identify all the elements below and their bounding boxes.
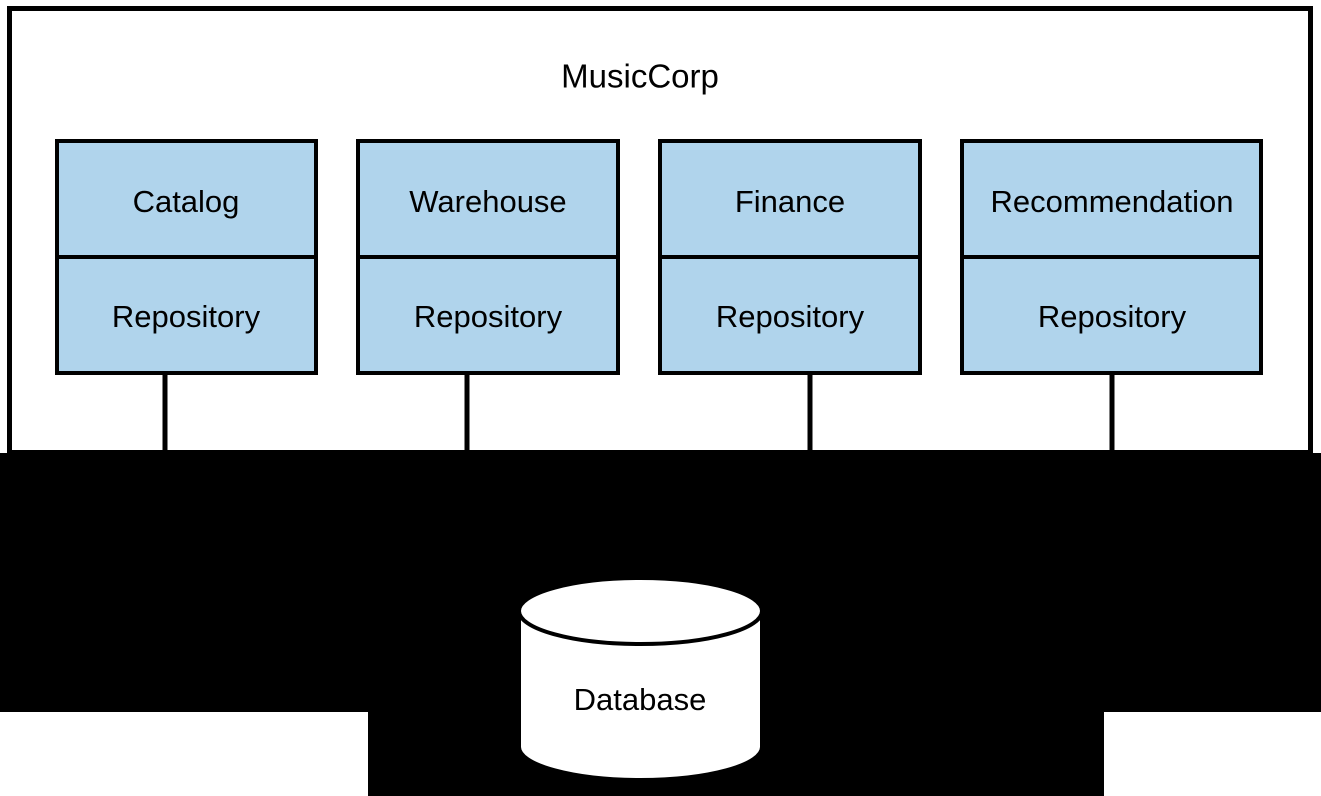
service-name-warehouse: Warehouse xyxy=(409,184,566,219)
service-card-recommendation[interactable]: Recommendation Repository xyxy=(960,139,1263,375)
repository-label-catalog: Repository xyxy=(112,299,261,334)
diagram-canvas: MusicCorp Catalog Repository Warehouse R… xyxy=(0,0,1321,796)
service-name-recommendation: Recommendation xyxy=(991,184,1234,219)
service-name-catalog: Catalog xyxy=(133,184,240,219)
service-name-finance: Finance xyxy=(735,184,845,219)
service-card-catalog[interactable]: Catalog Repository xyxy=(55,139,318,375)
database-node[interactable]: Database xyxy=(517,576,764,782)
repository-label-recommendation: Repository xyxy=(1038,299,1187,334)
page-title: MusicCorp xyxy=(561,58,719,95)
repository-label-finance: Repository xyxy=(716,299,865,334)
database-label: Database xyxy=(574,682,707,717)
repository-label-warehouse: Repository xyxy=(414,299,563,334)
service-card-finance[interactable]: Finance Repository xyxy=(658,139,922,375)
database-cylinder-top xyxy=(517,576,764,646)
service-card-warehouse[interactable]: Warehouse Repository xyxy=(356,139,620,375)
architecture-diagram: MusicCorp Catalog Repository Warehouse R… xyxy=(0,6,1321,796)
